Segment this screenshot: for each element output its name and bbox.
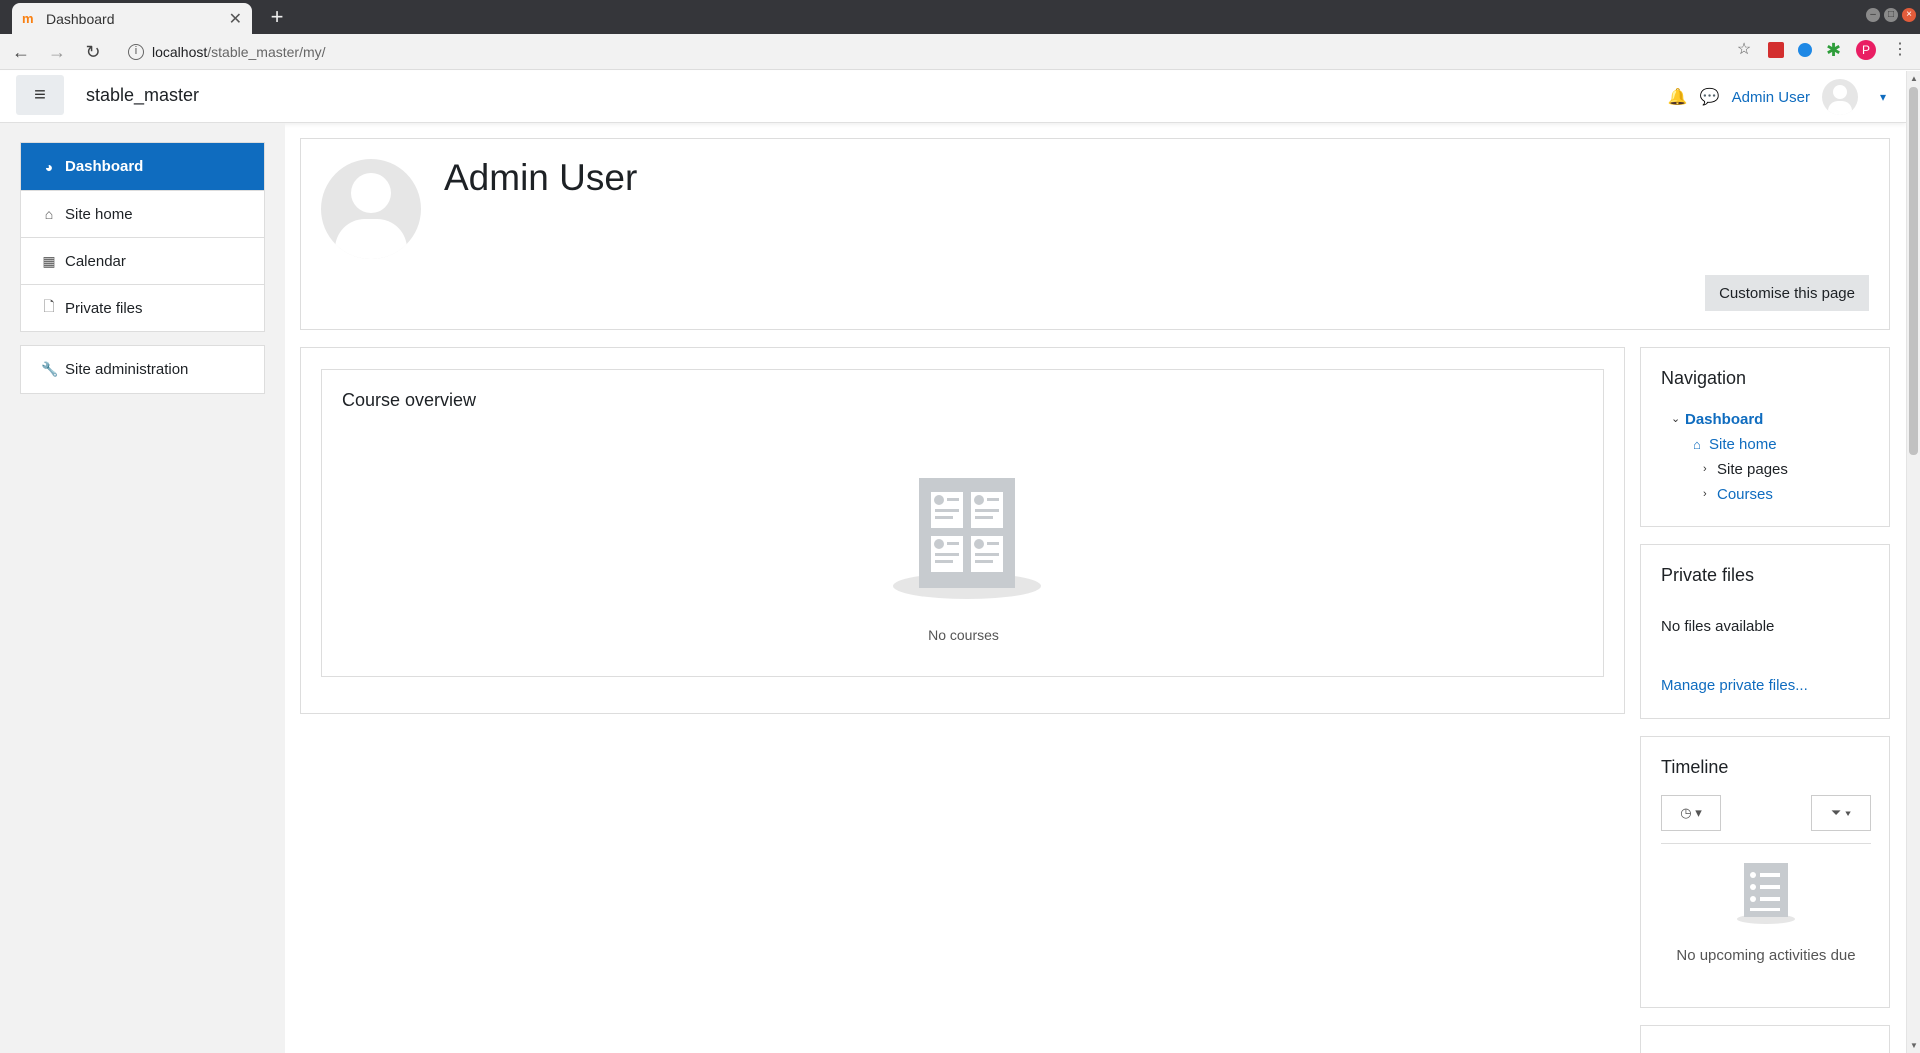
chevron-right-icon[interactable]: › [1703, 457, 1717, 482]
browser-tab-bar: m Dashboard ✕ + – □ × [0, 0, 1920, 34]
nav-node-site-home: ⌂ Site home [1671, 432, 1889, 457]
drawer-item-private-files[interactable]: 🗋 Private files [21, 284, 264, 331]
site-navbar: ≡ stable_master 🔔 💬 Admin User ▾ [0, 71, 1906, 123]
browser-extensions: ☆ ✱ P ⋮ [1734, 40, 1910, 60]
page-header: Admin User Customise this page [300, 138, 1890, 330]
maximize-icon[interactable]: □ [1884, 8, 1898, 22]
extension-gear-icon[interactable]: ✱ [1826, 41, 1842, 59]
divider [1661, 843, 1871, 844]
nav-node-site-pages: › Site pages [1671, 457, 1889, 482]
no-files-text: No files available [1661, 618, 1775, 635]
course-overview-block: Course overview No courses [321, 369, 1604, 677]
drawer-item-label: Private files [65, 299, 143, 317]
file-icon: 🗋 [43, 298, 55, 314]
private-files-block-title: Private files [1661, 565, 1755, 585]
nav-link-dashboard[interactable]: Dashboard [1685, 407, 1763, 432]
user-avatar[interactable] [1821, 79, 1858, 115]
page-scrollbar[interactable]: ▲ ▼ [1906, 71, 1920, 1053]
drawer-item-label: Dashboard [65, 158, 144, 175]
profile-picture [321, 159, 421, 259]
navigation-tree: ⌄ Dashboard ⌂ Site home › Site pages › C… [1671, 407, 1889, 507]
nav-node-dashboard: ⌄ Dashboard [1671, 407, 1889, 432]
drawer-toggle-button[interactable]: ≡ [16, 75, 64, 115]
nav-item-site-pages[interactable]: Site pages [1717, 457, 1788, 482]
manage-private-files-link[interactable]: Manage private files... [1661, 677, 1889, 694]
navigation-block-title: Navigation [1661, 368, 1747, 388]
timeline-block-title: Timeline [1661, 757, 1729, 777]
drawer-nav-list: ◕ Dashboard ⌂ Site home ▦ Calendar 🗋 Pri… [20, 142, 265, 332]
no-courses-illustration-icon [893, 478, 1041, 599]
close-window-icon[interactable]: × [1902, 8, 1916, 22]
wrench-icon: 🔧 [41, 361, 59, 377]
moodle-favicon-icon: m [22, 10, 34, 26]
nav-link-site-home[interactable]: Site home [1709, 432, 1777, 457]
extension-blue-icon[interactable] [1798, 43, 1812, 57]
main-content-region: Course overview No courses [300, 347, 1625, 714]
drawer-item-site-administration[interactable]: 🔧 Site administration [21, 346, 264, 393]
messages-icon[interactable]: 💬 [1700, 87, 1720, 107]
dashboard-icon: ◕ [44, 158, 54, 175]
drawer-admin-list: 🔧 Site administration [20, 345, 265, 394]
drawer-item-dashboard[interactable]: ◕ Dashboard [21, 143, 264, 190]
url-host: localhost [152, 43, 208, 60]
new-tab-button[interactable]: + [264, 4, 290, 30]
user-menu-name[interactable]: Admin User [1732, 89, 1810, 106]
url-field[interactable]: localhost/stable_master/my/ [152, 44, 326, 60]
notifications-bell-icon[interactable]: 🔔 [1668, 87, 1688, 107]
browser-menu-icon[interactable]: ⋮ [1890, 40, 1910, 60]
tab-close-icon[interactable]: ✕ [229, 9, 242, 29]
browser-tab[interactable]: m Dashboard ✕ [12, 3, 252, 34]
no-courses-text: No courses [928, 627, 999, 643]
reload-icon[interactable]: ↻ [78, 37, 108, 67]
extension-red-icon[interactable] [1768, 42, 1784, 58]
drawer-item-site-home[interactable]: ⌂ Site home [21, 190, 264, 237]
bookmark-star-icon[interactable]: ☆ [1734, 40, 1754, 60]
minimize-icon[interactable]: – [1866, 8, 1880, 22]
user-nav: 🔔 💬 Admin User ▾ [1668, 79, 1886, 115]
chevron-down-icon[interactable]: ⌄ [1671, 407, 1685, 432]
timeline-filter-button[interactable]: ⏷ ▾ [1811, 795, 1871, 831]
drawer-item-calendar[interactable]: ▦ Calendar [21, 237, 264, 284]
drawer-item-label: Calendar [65, 252, 126, 270]
home-icon: ⌂ [44, 206, 54, 222]
nav-link-courses[interactable]: Courses [1717, 482, 1773, 507]
private-files-block: Private files No files available Manage … [1640, 544, 1890, 719]
forward-icon[interactable]: → [42, 37, 72, 67]
window-controls: – □ × [1866, 8, 1916, 22]
back-icon[interactable]: ← [6, 37, 36, 67]
url-path: /stable_master/my/ [207, 43, 326, 60]
profile-avatar-icon[interactable]: P [1856, 40, 1876, 60]
nav-node-courses: › Courses [1671, 482, 1889, 507]
home-icon: ⌂ [1693, 437, 1701, 452]
scroll-up-icon[interactable]: ▲ [1910, 74, 1918, 83]
filter-icon: ⏷ [1830, 805, 1842, 820]
address-bar: ← → ↻ i localhost/stable_master/my/ ☆ ✱ … [0, 34, 1920, 70]
timeline-block: Timeline ◷ ▾ ⏷ ▾ No upcoming activities … [1640, 736, 1890, 1008]
scrollbar-thumb[interactable] [1909, 87, 1918, 455]
online-users-block [1640, 1025, 1890, 1053]
scroll-down-icon[interactable]: ▼ [1910, 1041, 1918, 1050]
user-menu-caret-icon[interactable]: ▾ [1880, 90, 1886, 104]
no-activities-text: No upcoming activities due [1676, 947, 1856, 964]
calendar-icon: ▦ [42, 252, 56, 269]
customise-page-button[interactable]: Customise this page [1705, 275, 1869, 311]
timeline-sort-button[interactable]: ◷ ▾ [1661, 795, 1721, 831]
clock-icon: ◷ [1680, 805, 1692, 820]
tab-title: Dashboard [46, 10, 115, 27]
timeline-controls: ◷ ▾ ⏷ ▾ [1661, 795, 1871, 831]
navigation-block: Navigation ⌄ Dashboard ⌂ Site home › Sit… [1640, 347, 1890, 527]
drawer-item-label: Site home [65, 205, 133, 223]
page-title: Admin User [444, 157, 638, 198]
nav-drawer: ◕ Dashboard ⌂ Site home ▦ Calendar 🗋 Pri… [0, 123, 285, 1053]
site-info-icon[interactable]: i [128, 43, 144, 60]
drawer-item-label: Site administration [65, 361, 189, 378]
course-overview-title: Course overview [342, 390, 477, 410]
chevron-right-icon[interactable]: › [1703, 482, 1717, 507]
no-activities-illustration-icon [1737, 863, 1795, 924]
site-name-link[interactable]: stable_master [86, 85, 199, 106]
